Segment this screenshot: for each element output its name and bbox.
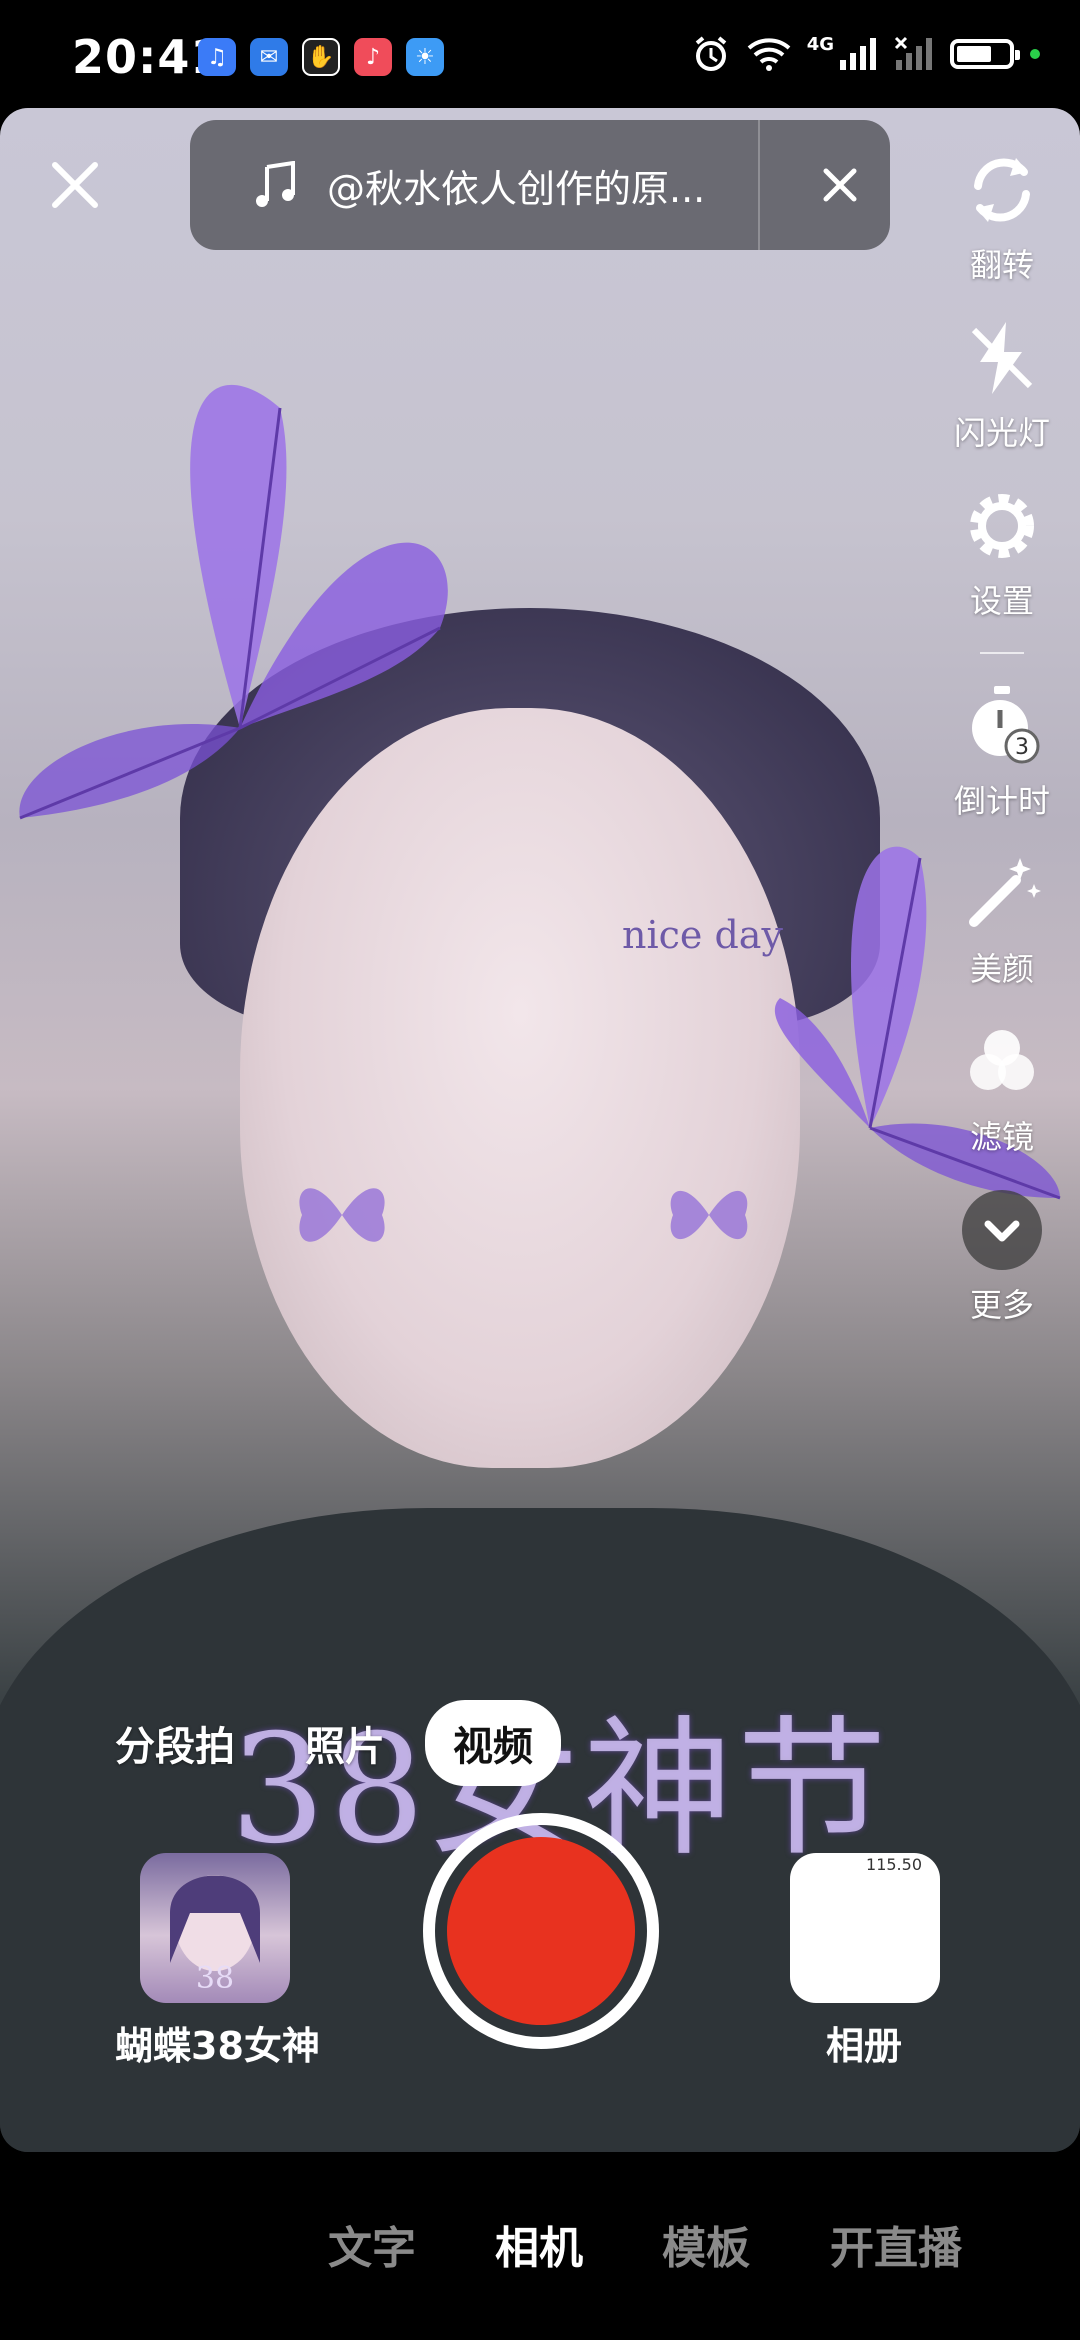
signal-icon (840, 38, 876, 70)
filter-icon (970, 1030, 1034, 1090)
effect-label: 蝴蝶38女神 (115, 2024, 320, 2068)
svg-text:38: 38 (196, 1961, 234, 1996)
weather-app-icon: ☀ (406, 38, 444, 76)
timer-icon: 3 (971, 686, 1040, 764)
toolbar-separator (980, 652, 1024, 654)
alarm-icon (695, 36, 726, 71)
network-label: 4G (806, 34, 834, 55)
album-label: 相册 (826, 2024, 903, 2068)
butterfly-left-effect (19, 384, 448, 820)
nav-template[interactable]: 模板 (662, 2212, 750, 2276)
bottom-navigation: 文字 相机 模板 开直播 (0, 2152, 1080, 2340)
nav-text[interactable]: 文字 (328, 2212, 416, 2276)
notification-icons: ♫ ✉ ✋ ♪ ☀ (198, 38, 444, 76)
close-icon (52, 162, 98, 208)
music-app-icon: ♫ (198, 38, 236, 76)
signal-2-icon (894, 36, 932, 70)
album-thumbnail-text: 115.50 (866, 1855, 922, 1874)
close-icon (823, 168, 857, 202)
privacy-dot (1030, 49, 1040, 59)
cheek-butterfly-right (670, 1190, 748, 1240)
effect-preview-image: 38 (170, 1875, 260, 1996)
mail-app-icon: ✉ (250, 38, 288, 76)
flash-off-icon (971, 322, 1033, 394)
mode-tab-video[interactable]: 视频 (425, 1700, 561, 1786)
cheek-butterfly-left (299, 1188, 385, 1242)
mode-tab-segment[interactable]: 分段拍 (115, 1714, 235, 1772)
right-toolbar: 翻转 闪光灯 设置 3 倒计时 美颜 滤镜 更多 (942, 148, 1062, 1356)
status-bar: 20:41 ♫ ✉ ✋ ♪ ☀ 4G (0, 0, 1080, 108)
settings-button[interactable]: 设置 (960, 484, 1044, 622)
filter-label: 滤镜 (969, 1118, 1034, 1156)
chevron-down-icon (962, 1190, 1042, 1270)
mode-tab-photo[interactable]: 照片 (305, 1714, 385, 1772)
flip-label: 翻转 (969, 246, 1034, 284)
settings-label: 设置 (969, 582, 1034, 620)
more-label: 更多 (969, 1286, 1034, 1324)
forehead-doodle: nice day (622, 913, 783, 957)
hand-app-icon: ✋ (302, 38, 340, 76)
capture-mode-tabs: 分段拍 照片 视频 (115, 1700, 631, 1786)
magic-wand-icon (969, 858, 1041, 927)
nav-live[interactable]: 开直播 (830, 2212, 962, 2276)
nav-camera[interactable]: 相机 (495, 2212, 583, 2276)
music-note-icon (245, 161, 305, 209)
music-note-app-icon: ♪ (354, 38, 392, 76)
flip-icon (974, 158, 1030, 222)
music-selector[interactable]: @秋水依人创作的原... (190, 120, 890, 250)
music-pill-divider (758, 120, 760, 250)
record-button[interactable] (447, 1837, 635, 2025)
effect-thumbnail[interactable]: 38 (140, 1853, 290, 2003)
gear-icon (970, 494, 1034, 558)
remove-music-button[interactable] (790, 120, 890, 250)
album-thumbnail[interactable]: 115.50 (790, 1853, 940, 2003)
music-title: @秋水依人创作的原... (327, 166, 706, 211)
wifi-icon (747, 38, 791, 71)
flip-camera-button[interactable]: 翻转 (960, 148, 1044, 286)
filter-button[interactable]: 滤镜 (960, 1020, 1044, 1158)
flash-button[interactable]: 闪光灯 (954, 316, 1050, 454)
close-button[interactable] (40, 150, 110, 220)
svg-text:3: 3 (1015, 735, 1029, 760)
timer-label: 倒计时 (953, 782, 1050, 820)
beauty-button[interactable]: 美颜 (960, 852, 1044, 990)
flash-label: 闪光灯 (953, 414, 1050, 452)
system-icons: 4G (691, 34, 1040, 74)
timer-button[interactable]: 3 倒计时 (954, 684, 1050, 822)
battery-icon (950, 39, 1020, 69)
more-button[interactable]: 更多 (960, 1188, 1044, 1326)
beauty-label: 美颜 (969, 950, 1034, 988)
